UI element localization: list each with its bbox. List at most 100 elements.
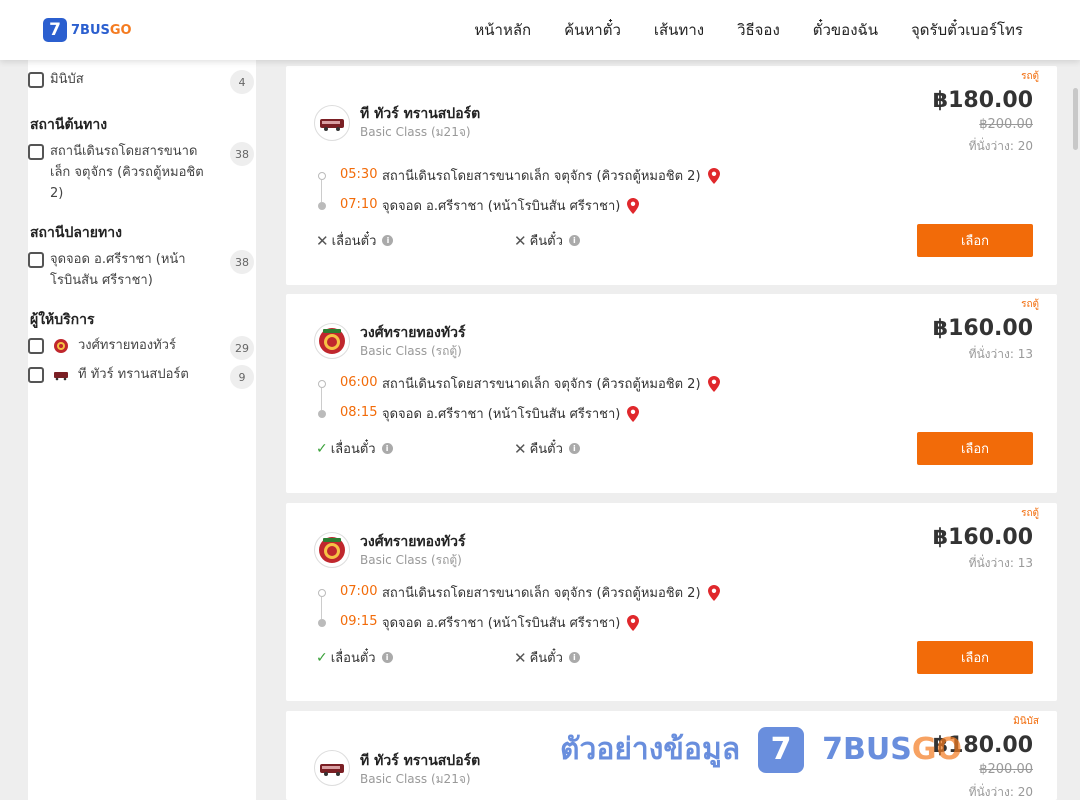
bus-type-label: มินิบัส <box>1013 716 1039 727</box>
destination-section-title: สถานีปลายทาง <box>30 225 122 241</box>
cross-icon: ✕ <box>514 648 527 667</box>
checkbox[interactable] <box>28 338 44 354</box>
route-timeline <box>318 380 326 420</box>
origin-section-title: สถานีต้นทาง <box>30 117 108 133</box>
arrive-stop[interactable]: จุดจอด อ.ศรีราชา (หน้าโรบินสัน ศรีราชา) <box>382 195 640 216</box>
bus-type-label: รถตู้ <box>1021 299 1039 310</box>
arrive-dot <box>318 202 326 210</box>
refund-policy: ✕ คืนตั๋ว i <box>514 647 580 668</box>
filter-label: ที ทัวร์ ทรานสปอร์ต <box>78 367 189 382</box>
operator-name: วงศ์ทรายทองทัวร์ <box>360 325 466 341</box>
top-header: 7 7BUSGO หน้าหลัก ค้นหาตั๋ว เส้นทาง วิธี… <box>0 0 1080 60</box>
map-pin-icon[interactable] <box>626 405 640 422</box>
operator-name: วงศ์ทรายทองทัวร์ <box>360 534 466 550</box>
filter-provider[interactable]: วงศ์ทรายทองทัวร์ 29 <box>28 336 256 360</box>
checkbox[interactable] <box>28 144 44 160</box>
filter-minibus[interactable]: มินิบัส 4 <box>28 70 256 94</box>
arrive-stop[interactable]: จุดจอด อ.ศรีราชา (หน้าโรบินสัน ศรีราชา) <box>382 612 640 633</box>
price: ฿160.00 <box>932 316 1033 341</box>
count-badge: 38 <box>230 250 254 274</box>
refund-policy: ✕ คืนตั๋ว i <box>514 230 580 251</box>
postpone-policy: ✕ เลื่อนตั๋ว i <box>316 230 394 251</box>
price: ฿180.00 <box>932 733 1033 758</box>
depart-stop[interactable]: สถานีเดินรถโดยสารขนาดเล็ก จตุจักร (คิวรถ… <box>382 165 721 186</box>
checkbox[interactable] <box>28 72 44 88</box>
depart-time: 06:00 <box>340 375 378 390</box>
nav-my-tickets[interactable]: ตั๋วของฉัน <box>813 18 878 42</box>
nav-how-to-book[interactable]: วิธีจอง <box>737 18 780 42</box>
filter-label: วงศ์ทรายทองทัวร์ <box>78 338 176 353</box>
arrive-time: 08:15 <box>340 405 378 420</box>
arrive-dot <box>318 619 326 627</box>
map-pin-icon[interactable] <box>626 614 640 631</box>
select-trip-button[interactable]: เลือก <box>917 432 1033 465</box>
filter-destination[interactable]: จุดจอด อ.ศรีราชา (หน้าโรบินสัน ศรีราชา) … <box>28 250 256 294</box>
select-trip-button[interactable]: เลือก <box>917 641 1033 674</box>
old-price: ฿200.00 <box>979 117 1033 132</box>
depart-dot <box>318 380 326 388</box>
check-icon: ✓ <box>316 440 328 457</box>
depart-time: 05:30 <box>340 167 378 182</box>
map-pin-icon[interactable] <box>707 167 721 184</box>
depart-stop[interactable]: สถานีเดินรถโดยสารขนาดเล็ก จตุจักร (คิวรถ… <box>382 582 721 603</box>
map-pin-icon[interactable] <box>626 197 640 214</box>
logo-text: 7BUSGO <box>71 22 132 38</box>
nav-home[interactable]: หน้าหลัก <box>474 18 531 42</box>
info-icon[interactable]: i <box>568 235 580 246</box>
filter-origin[interactable]: สถานีเดินรถโดยสารขนาดเล็ก จตุจักร (คิวรถ… <box>28 142 256 204</box>
count-badge: 38 <box>230 142 254 166</box>
checkbox[interactable] <box>28 252 44 268</box>
depart-stop[interactable]: สถานีเดินรถโดยสารขนาดเล็ก จตุจักร (คิวรถ… <box>382 373 721 394</box>
scroll-thumb[interactable] <box>1073 88 1078 150</box>
depart-time: 07:00 <box>340 584 378 599</box>
service-class: Basic Class (รถตู้) <box>360 344 462 358</box>
seats-available: ที่นั่งว่าง: 20 <box>968 785 1033 799</box>
filter-label: มินิบัส <box>50 72 84 87</box>
service-class: Basic Class (ม21จ) <box>360 125 471 139</box>
depart-dot <box>318 589 326 597</box>
info-icon[interactable]: i <box>568 652 580 663</box>
arrive-stop[interactable]: จุดจอด อ.ศรีราชา (หน้าโรบินสัน ศรีราชา) <box>382 403 640 424</box>
bus-type-label: รถตู้ <box>1021 508 1039 519</box>
filter-label: จุดจอด อ.ศรีราชา (หน้าโรบินสัน ศรีราชา) <box>50 252 186 288</box>
map-pin-icon[interactable] <box>707 584 721 601</box>
seats-available: ที่นั่งว่าง: 13 <box>968 556 1033 570</box>
lion-logo-icon <box>52 337 70 355</box>
bus-logo-icon <box>52 366 70 384</box>
info-icon[interactable]: i <box>382 235 394 246</box>
info-icon[interactable]: i <box>381 443 393 454</box>
main-nav: หน้าหลัก ค้นหาตั๋ว เส้นทาง วิธีจอง ตั๋วข… <box>474 0 1023 60</box>
arrive-dot <box>318 410 326 418</box>
bus-logo-icon <box>314 105 350 141</box>
filter-provider[interactable]: ที ทัวร์ ทรานสปอร์ต 9 <box>28 365 256 389</box>
count-badge: 4 <box>230 70 254 94</box>
service-class: Basic Class (ม21จ) <box>360 772 471 786</box>
map-pin-icon[interactable] <box>707 375 721 392</box>
nav-search-ticket[interactable]: ค้นหาตั๋ว <box>564 18 621 42</box>
trip-card: รถตู้ วงศ์ทรายทองทัวร์ Basic Class (รถตู… <box>286 503 1057 701</box>
refund-policy: ✕ คืนตั๋ว i <box>514 438 580 459</box>
site-logo[interactable]: 7 7BUSGO <box>43 18 132 42</box>
count-badge: 29 <box>230 336 254 360</box>
filter-label: สถานีเดินรถโดยสารขนาดเล็ก จตุจักร (คิวรถ… <box>50 144 204 201</box>
info-icon[interactable]: i <box>381 652 393 663</box>
info-icon[interactable]: i <box>568 443 580 454</box>
route-timeline <box>318 168 326 210</box>
seats-available: ที่นั่งว่าง: 20 <box>968 139 1033 153</box>
select-trip-button[interactable]: เลือก <box>917 224 1033 257</box>
timeline-line <box>321 388 322 410</box>
nav-ticket-points[interactable]: จุดรับตั๋วเบอร์โทร <box>911 18 1023 42</box>
postpone-policy: ✓ เลื่อนตั๋ว i <box>316 647 393 668</box>
trip-card: รถตู้ วงศ์ทรายทองทัวร์ Basic Class (รถตู… <box>286 294 1057 493</box>
page-scrollbar[interactable] <box>1070 60 1080 800</box>
route-timeline <box>318 589 326 629</box>
bus-logo-icon <box>314 750 350 786</box>
logo-mark: 7 <box>43 18 67 42</box>
checkbox[interactable] <box>28 367 44 383</box>
bus-type-label: รถตู้ <box>1021 71 1039 82</box>
arrive-time: 07:10 <box>340 197 378 212</box>
price: ฿160.00 <box>932 525 1033 550</box>
lion-logo-icon <box>314 323 350 359</box>
nav-routes[interactable]: เส้นทาง <box>654 18 704 42</box>
trip-card: มินิบัส ที ทัวร์ ทรานสปอร์ต Basic Class … <box>286 711 1057 800</box>
